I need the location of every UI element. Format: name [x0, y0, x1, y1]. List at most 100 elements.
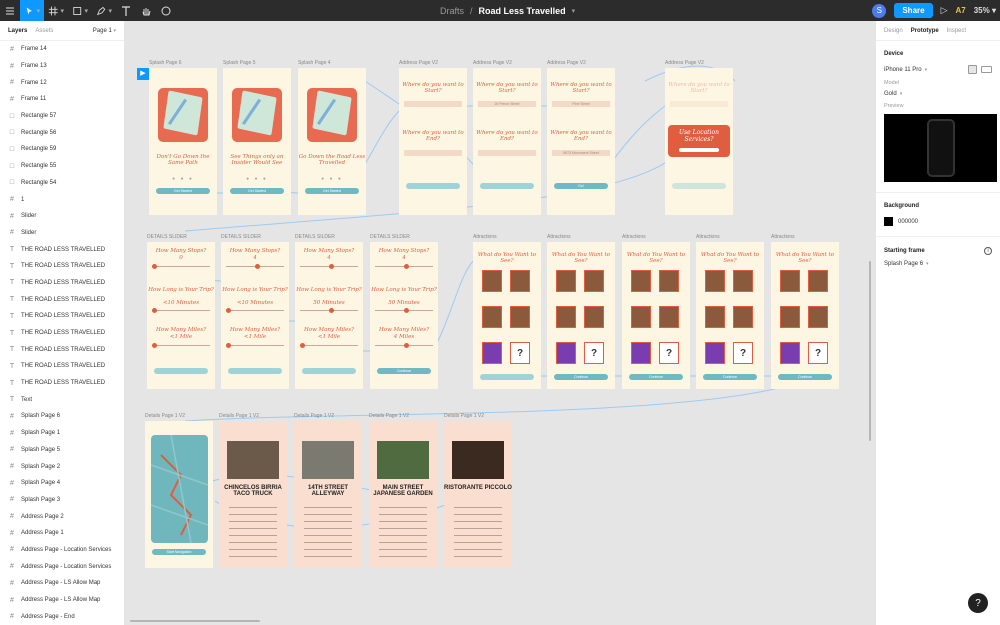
layer-item[interactable]: □ Rectangle 54	[0, 175, 124, 192]
go-button[interactable]: Go!	[553, 183, 609, 189]
start-navigation-button[interactable]: Start Navigation	[151, 549, 207, 555]
layer-item[interactable]: T THE ROAD LESS TRAVELLED	[0, 358, 124, 375]
start-input[interactable]	[404, 101, 462, 107]
frame-label[interactable]: Splash Page 4	[298, 60, 331, 66]
layer-item[interactable]: # Address Page - LS Allow Map	[0, 592, 124, 609]
attraction-tile[interactable]	[556, 270, 576, 292]
slider-thumb[interactable]	[328, 308, 334, 313]
start-input[interactable]: 20 Pierce Street	[478, 101, 536, 107]
go-button[interactable]	[671, 183, 727, 189]
continue-button[interactable]: Continue	[777, 374, 833, 380]
range-slider[interactable]	[226, 343, 284, 348]
slider-thumb[interactable]	[403, 308, 409, 313]
layer-item[interactable]: T THE ROAD LESS TRAVELLED	[0, 258, 124, 275]
layer-item[interactable]: T THE ROAD LESS TRAVELLED	[0, 275, 124, 292]
slider-thumb[interactable]	[152, 308, 158, 313]
attraction-tile[interactable]	[631, 270, 651, 292]
start-input[interactable]: Pine Street	[552, 101, 610, 107]
surprise-me-tile[interactable]: ?	[808, 342, 828, 364]
attractions-frame[interactable]: What do You Want to See??	[473, 242, 541, 389]
frame-label[interactable]: Attractions	[473, 234, 497, 240]
splash-frame[interactable]: Go Down the Road Less Travelled ● ● ● Get …	[298, 68, 366, 215]
end-input[interactable]	[404, 150, 462, 156]
layer-item[interactable]: T THE ROAD LESS TRAVELLED	[0, 241, 124, 258]
layer-item[interactable]: # Address Page - LS Allow Map	[0, 575, 124, 592]
location-services-frame[interactable]: Where do you want to Start? Use Location …	[665, 68, 733, 215]
frame-label[interactable]: Details Page 1 V2	[444, 413, 484, 419]
user-initials[interactable]: A7	[956, 6, 966, 15]
attraction-tile[interactable]	[808, 306, 828, 328]
background-value[interactable]: 000000	[898, 219, 918, 225]
slider-thumb[interactable]	[403, 264, 409, 269]
color-swatch[interactable]	[884, 217, 893, 226]
tab-layers[interactable]: Layers	[8, 28, 27, 34]
end-input[interactable]	[478, 150, 536, 156]
attractions-frame[interactable]: What do You Want to See?? Continue	[771, 242, 839, 389]
text-tool-icon[interactable]	[116, 0, 136, 21]
portrait-icon[interactable]	[968, 65, 977, 74]
slider-thumb[interactable]	[152, 264, 158, 269]
details-slider-frame[interactable]: How Many Stops? 4 How Long is Your Trip? 50…	[370, 242, 438, 389]
info-icon[interactable]: i	[984, 247, 992, 255]
layer-item[interactable]: T Text	[0, 391, 124, 408]
present-icon[interactable]: ▷	[941, 5, 948, 16]
attraction-tile[interactable]	[631, 342, 651, 364]
layer-item[interactable]: T THE ROAD LESS TRAVELLED	[0, 325, 124, 342]
layer-item[interactable]: □ Rectangle 55	[0, 158, 124, 175]
attraction-tile[interactable]	[780, 270, 800, 292]
attraction-tile[interactable]	[482, 342, 502, 364]
layer-item[interactable]: # Frame 11	[0, 91, 124, 108]
range-slider[interactable]	[300, 343, 358, 348]
attraction-tile[interactable]	[780, 342, 800, 364]
range-slider[interactable]	[375, 308, 433, 313]
attraction-tile[interactable]	[733, 270, 753, 292]
attractions-frame[interactable]: What do You Want to See?? Continue	[622, 242, 690, 389]
frame-label[interactable]: Splash Page 6	[149, 60, 182, 66]
slider-thumb[interactable]	[226, 343, 232, 348]
slider-thumb[interactable]	[254, 264, 260, 269]
frame-tool-icon[interactable]: ▾	[44, 0, 68, 21]
surprise-me-tile[interactable]: ?	[733, 342, 753, 364]
tab-prototype[interactable]: Prototype	[911, 28, 939, 34]
help-button[interactable]: ?	[968, 593, 988, 613]
layer-item[interactable]: □ Rectangle 59	[0, 141, 124, 158]
layer-item[interactable]: T THE ROAD LESS TRAVELLED	[0, 291, 124, 308]
layer-item[interactable]: # Splash Page 4	[0, 475, 124, 492]
move-tool-icon[interactable]: ▾	[20, 0, 44, 21]
landscape-icon[interactable]	[981, 66, 992, 73]
layer-item[interactable]: # Splash Page 2	[0, 458, 124, 475]
go-button[interactable]	[405, 183, 461, 189]
surprise-me-tile[interactable]: ?	[584, 342, 604, 364]
start-input[interactable]	[670, 101, 728, 107]
get-started-button[interactable]: Get Started	[229, 188, 285, 194]
frame-label[interactable]: DETAILS SLIDER	[147, 234, 187, 240]
layer-item[interactable]: #1	[0, 191, 124, 208]
attraction-tile[interactable]	[556, 342, 576, 364]
surprise-me-tile[interactable]: ?	[510, 342, 530, 364]
layer-item[interactable]: # Address Page 2	[0, 508, 124, 525]
file-title[interactable]: Road Less Travelled	[479, 6, 566, 16]
range-slider[interactable]	[152, 308, 210, 313]
device-select[interactable]: iPhone 11 Pro ▾	[884, 65, 992, 74]
page-selector[interactable]: Page 1 ▾	[93, 28, 116, 34]
zoom-level[interactable]: 35% ▾	[974, 6, 996, 15]
frame-label[interactable]: Address Page V2	[547, 60, 586, 66]
frame-label[interactable]: Details Page 1 V2	[369, 413, 409, 419]
route-map[interactable]	[151, 435, 208, 543]
horizontal-scrollbar[interactable]	[130, 620, 260, 622]
attraction-tile[interactable]	[808, 270, 828, 292]
details-page-frame[interactable]: MAIN STREET JAPANESE GARDEN	[369, 421, 437, 568]
attraction-tile[interactable]	[659, 306, 679, 328]
tab-assets[interactable]: Assets	[35, 28, 53, 34]
continue-button[interactable]: Continue	[376, 368, 432, 374]
layer-item[interactable]: # Slider	[0, 225, 124, 242]
range-slider[interactable]	[300, 308, 358, 313]
hand-tool-icon[interactable]	[136, 0, 156, 21]
address-frame[interactable]: Where do you want to Start? 20 Pierce Str…	[473, 68, 541, 215]
details-page-frame[interactable]: 14TH STREET ALLEYWAY	[294, 421, 362, 568]
shape-tool-icon[interactable]: ▾	[68, 0, 92, 21]
frame-label[interactable]: Address Page V2	[473, 60, 512, 66]
slider-thumb[interactable]	[403, 343, 409, 348]
pen-tool-icon[interactable]: ▾	[92, 0, 116, 21]
attraction-tile[interactable]	[705, 306, 725, 328]
